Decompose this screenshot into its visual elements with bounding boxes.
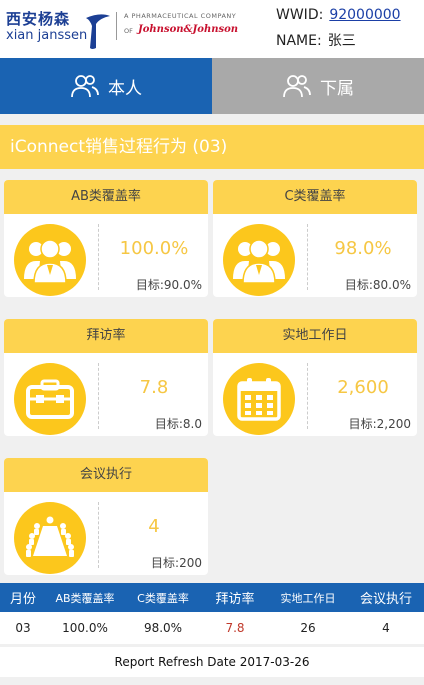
card-title: C类覆盖率 (213, 180, 417, 214)
calendar-icon (223, 363, 295, 435)
wwid-label: WWID: (276, 7, 324, 23)
pharma-tagline: A PHARMACEUTICAL COMPANY (124, 12, 237, 20)
name-value: 张三 (327, 33, 356, 49)
logo-swoosh-icon (86, 14, 110, 49)
logo-divider (116, 12, 117, 40)
cell-visit-rate: 7.8 (225, 621, 245, 635)
briefcase-icon (14, 363, 86, 435)
table-header: 月份 AB类覆盖率 C类覆盖率 拜访率 实地工作日 会议执行 (0, 583, 424, 612)
person-icon (71, 75, 99, 98)
cell-ab-coverage: 100.0% (62, 621, 108, 635)
card-value: 4 (148, 516, 160, 537)
col-field-days: 实地工作日 (280, 591, 336, 605)
card-separator (98, 502, 99, 568)
metric-card-field-days[interactable]: 实地工作日 2,600 目标:2,200 (213, 319, 417, 436)
col-ab-coverage: AB类覆盖率 (55, 591, 115, 605)
col-visit-rate: 拜访率 (215, 592, 255, 607)
card-target: 目标:90.0% (135, 278, 202, 292)
card-target: 目标:80.0% (344, 278, 411, 292)
pharma-of-label: OF (124, 27, 133, 35)
cell-field-days: 26 (300, 621, 316, 635)
col-c-coverage: C类覆盖率 (137, 591, 189, 605)
meeting-icon (14, 502, 86, 574)
card-value: 7.8 (139, 377, 169, 398)
logo-english-name: xian janssen (6, 28, 88, 43)
cell-meetings: 4 (382, 621, 390, 635)
report-refresh-date: Report Refresh Date 2017-03-26 (0, 647, 424, 677)
card-target: 目标:200 (151, 556, 202, 570)
col-month: 月份 (9, 592, 36, 607)
card-target: 目标:2,200 (348, 417, 411, 431)
card-separator (307, 363, 308, 429)
tab-subordinates-label: 下属 (320, 78, 354, 99)
wwid-row: WWID: 92000000 (276, 7, 401, 23)
tab-subordinates[interactable]: 下属 (212, 58, 424, 114)
team-icon (223, 224, 295, 296)
card-value: 2,600 (337, 377, 389, 398)
wwid-link[interactable]: 92000000 (329, 7, 400, 23)
card-separator (98, 224, 99, 290)
logo-chinese-name: 西安杨森 (6, 10, 71, 28)
view-tabs: 本人 下属 (0, 58, 424, 114)
metric-card-visit-rate[interactable]: 拜访率 7.8 目标:8.0 (4, 319, 208, 436)
app-header: 西安杨森 xian janssen A PHARMACEUTICAL COMPA… (0, 0, 424, 58)
cell-c-coverage: 98.0% (143, 621, 183, 635)
name-row: NAME: 张三 (276, 30, 356, 50)
card-target: 目标:8.0 (154, 417, 202, 431)
name-label: NAME: (276, 33, 322, 49)
card-title: 实地工作日 (213, 319, 417, 353)
company-logo: 西安杨森 xian janssen (6, 8, 110, 49)
tab-self-label: 本人 (108, 78, 142, 99)
card-value: 98.0% (334, 238, 392, 259)
metric-card-ab-coverage[interactable]: AB类覆盖率 100.0% 目标:90.0% (4, 180, 208, 297)
parent-company-logo: Johnson&Johnson (138, 24, 239, 35)
metric-card-c-coverage[interactable]: C类覆盖率 98.0% 目标:80.0% (213, 180, 417, 297)
table-row: 03 100.0% 98.0% 7.8 26 4 (0, 612, 424, 644)
metric-card-meetings[interactable]: 会议执行 4 目标:200 (4, 458, 208, 575)
card-title: 会议执行 (4, 458, 208, 492)
card-title: AB类覆盖率 (4, 180, 208, 214)
card-separator (307, 224, 308, 290)
col-meetings: 会议执行 (359, 592, 412, 607)
summary-table: 月份 AB类覆盖率 C类覆盖率 拜访率 实地工作日 会议执行 03 100.0%… (0, 583, 424, 644)
card-separator (98, 363, 99, 429)
section-title: iConnect销售过程行为 (03) (0, 125, 424, 169)
cell-month: 03 (15, 621, 31, 635)
group-icon (283, 75, 311, 98)
team-icon (14, 224, 86, 296)
card-value: 100.0% (119, 238, 189, 259)
tab-self[interactable]: 本人 (0, 58, 212, 114)
card-title: 拜访率 (4, 319, 208, 353)
